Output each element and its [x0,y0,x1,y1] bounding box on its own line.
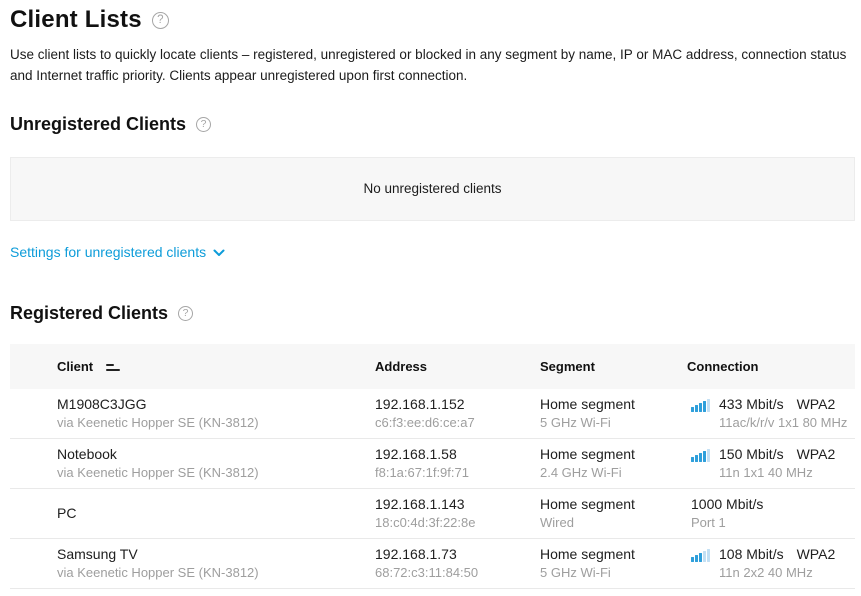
client-name: PC [57,504,375,522]
client-segment: Home segment [540,395,687,413]
empty-state-message: No unregistered clients [363,181,501,196]
client-speed: 108 Mbit/s [719,546,784,562]
client-segment: Home segment [540,445,687,463]
client-link-details: 11n 2x2 40 MHz [719,565,835,582]
settings-unregistered-link[interactable]: Settings for unregistered clients [10,244,225,260]
settings-link-label: Settings for unregistered clients [10,244,206,260]
client-mac: 18:c0:4d:3f:22:8e [375,515,540,532]
client-via: via Keenetic Hopper SE (KN-3812) [57,565,375,582]
page-title: Client Lists [10,6,142,34]
client-security: WPA2 [797,396,836,412]
client-segment: Home segment [540,495,687,513]
sort-icon [106,362,120,371]
unregistered-empty-state: No unregistered clients [10,157,855,221]
client-link-details: Port 1 [691,515,763,532]
registered-clients-section: Registered Clients ? Client Address Segm… [10,303,853,589]
client-speed: 433 Mbit/s [719,396,784,412]
wifi-signal-icon [691,399,710,412]
client-via: via Keenetic Hopper SE (KN-3812) [57,465,375,482]
client-mac: c6:f3:ee:d6:ce:a7 [375,415,540,432]
column-header-address: Address [375,359,540,374]
help-icon[interactable]: ? [196,117,211,132]
client-security: WPA2 [797,446,836,462]
client-network: 5 GHz Wi-Fi [540,565,687,582]
client-ip: 192.168.1.58 [375,445,540,463]
client-link-details: 11n 1x1 40 MHz [719,465,835,482]
client-mac: 68:72:c3:11:84:50 [375,565,540,582]
client-via: via Keenetic Hopper SE (KN-3812) [57,415,375,432]
client-speed: 150 Mbit/s [719,446,784,462]
registered-clients-heading: Registered Clients [10,303,168,324]
column-header-client-label: Client [57,359,93,374]
unregistered-clients-section: Unregistered Clients ? No unregistered c… [10,114,853,260]
page-description: Use client lists to quickly locate clien… [10,45,853,87]
column-header-segment: Segment [540,359,687,374]
client-ip: 192.168.1.73 [375,545,540,563]
client-lists-page: Client Lists ? Use client lists to quick… [0,0,861,589]
client-name: Samsung TV [57,545,375,563]
table-row[interactable]: PC 192.168.1.143 18:c0:4d:3f:22:8e Home … [10,489,855,539]
column-header-client[interactable]: Client [57,359,375,374]
chevron-down-icon [213,247,225,257]
client-mac: f8:1a:67:1f:9f:71 [375,465,540,482]
client-name: M1908C3JGG [57,395,375,413]
table-row[interactable]: M1908C3JGG via Keenetic Hopper SE (KN-38… [10,389,855,439]
help-icon[interactable]: ? [178,306,193,321]
registered-clients-table: Client Address Segment Connection M1908C… [10,344,855,589]
unregistered-clients-heading: Unregistered Clients [10,114,186,135]
client-ip: 192.168.1.143 [375,495,540,513]
table-row[interactable]: Samsung TV via Keenetic Hopper SE (KN-38… [10,539,855,589]
page-header: Client Lists ? [10,6,853,34]
wifi-signal-icon [691,549,710,562]
client-name: Notebook [57,445,375,463]
table-header-row: Client Address Segment Connection [10,344,855,389]
help-icon[interactable]: ? [152,12,169,29]
client-ip: 192.168.1.152 [375,395,540,413]
wifi-signal-icon [691,449,710,462]
client-network: Wired [540,515,687,532]
client-network: 2.4 GHz Wi-Fi [540,465,687,482]
client-link-details: 11ac/k/r/v 1x1 80 MHz [719,415,847,432]
client-speed: 1000 Mbit/s [691,496,763,512]
client-security: WPA2 [797,546,836,562]
client-segment: Home segment [540,545,687,563]
table-row[interactable]: Notebook via Keenetic Hopper SE (KN-3812… [10,439,855,489]
client-network: 5 GHz Wi-Fi [540,415,687,432]
column-header-connection: Connection [687,359,855,374]
